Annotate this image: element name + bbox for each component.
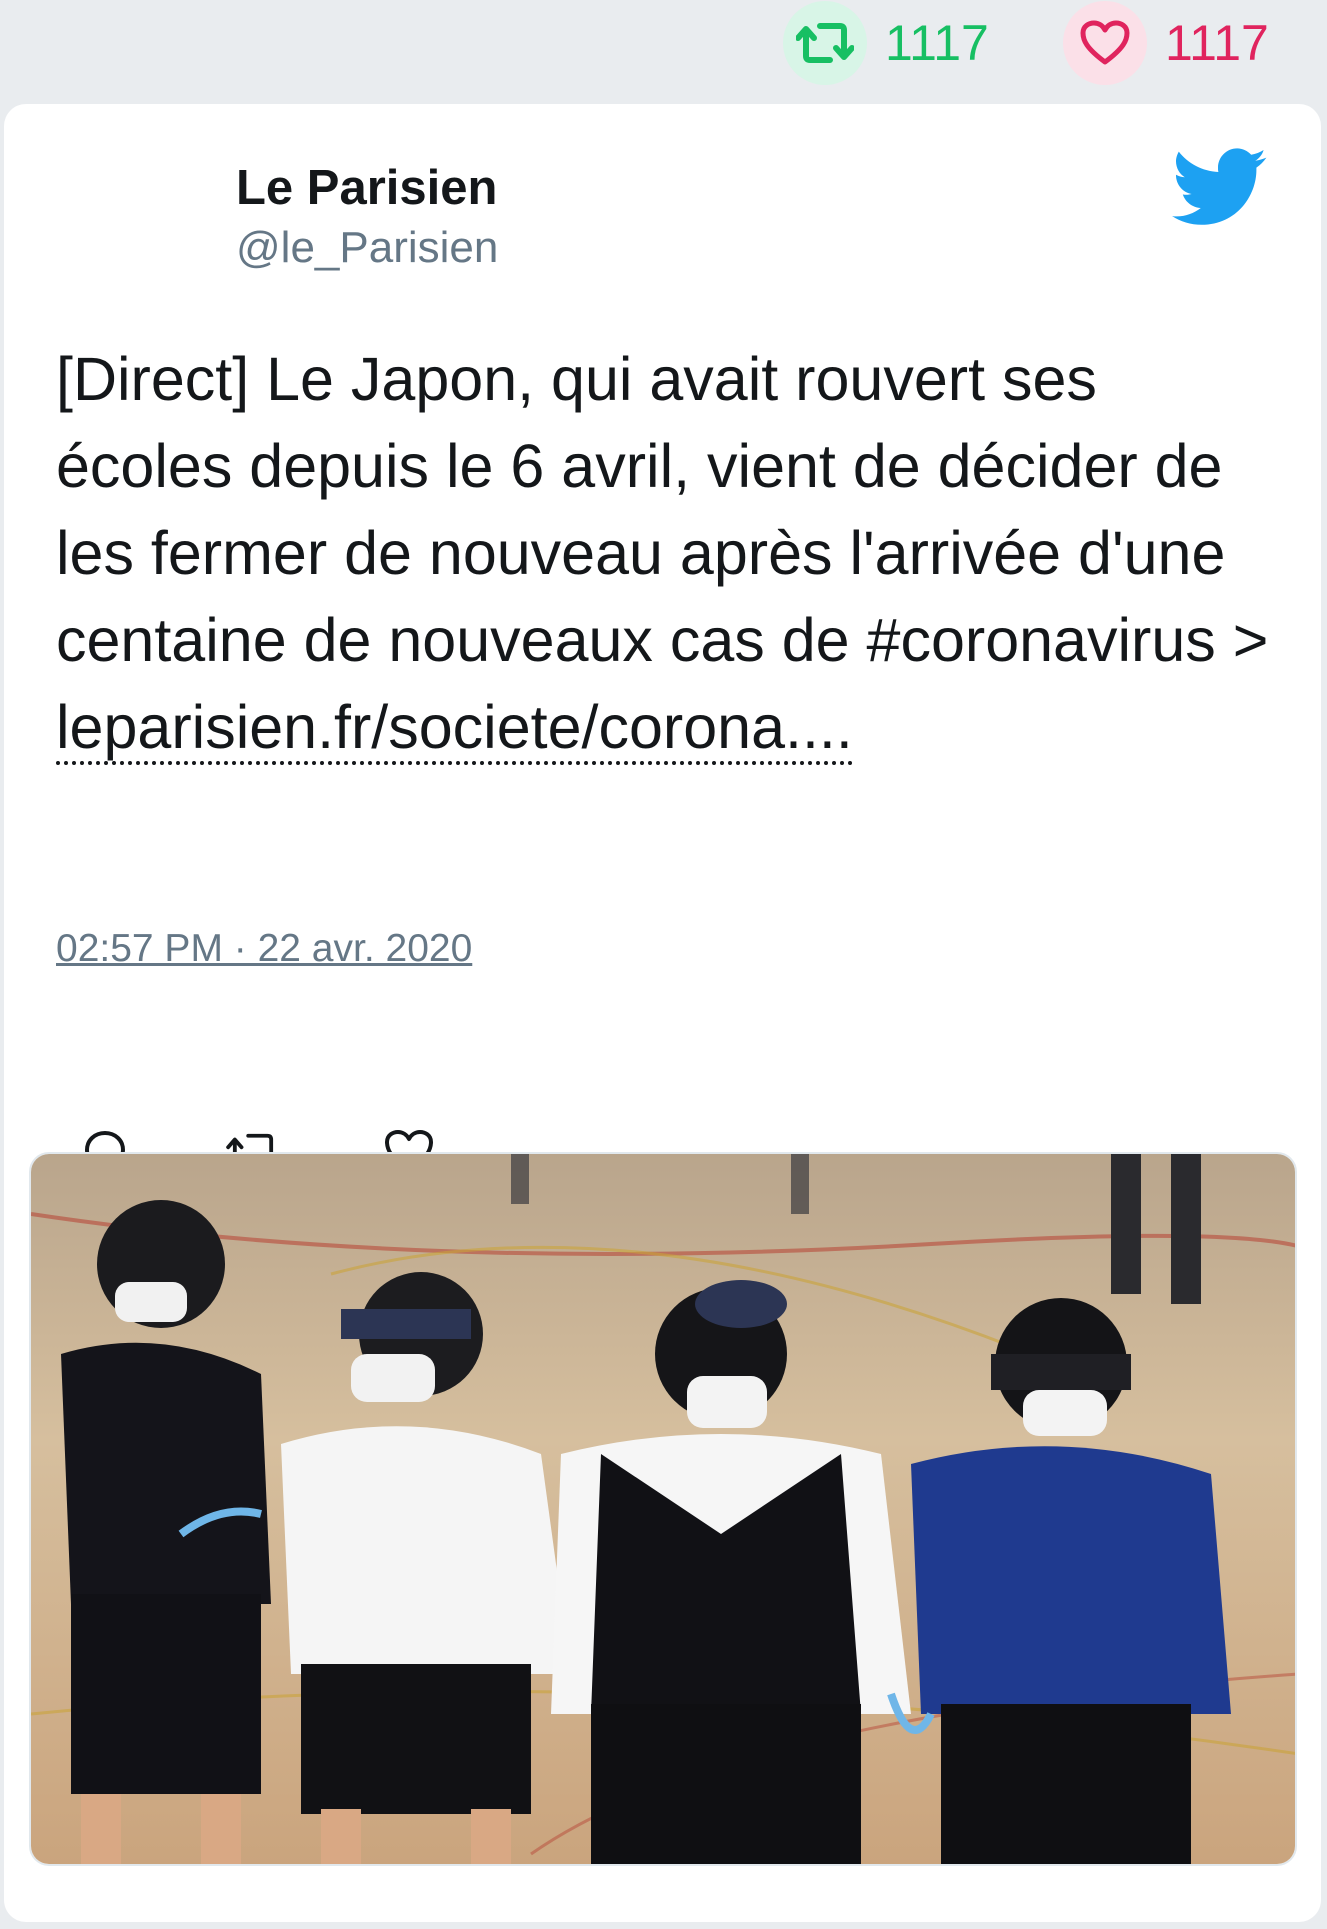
heart-icon [1063,0,1147,85]
tweet-body: [Direct] Le Japon, qui avait rouvert ses… [56,345,1269,674]
retweet-icon [783,0,867,85]
twitter-bird-icon[interactable] [1172,148,1268,228]
retweet-count[interactable]: 1117 [783,0,989,85]
article-link[interactable]: leparisien.fr/societe/corona.... [56,693,853,765]
retweet-count-value: 1117 [885,14,989,71]
like-count-value: 1117 [1165,14,1269,71]
tweet-card: Le Parisien @le_Parisien [Direct] Le Jap… [4,104,1321,1922]
author-handle[interactable]: @le_Parisien [236,223,498,273]
tweet-timestamp[interactable]: 02:57 PM · 22 avr. 2020 [56,927,472,971]
like-count[interactable]: 1117 [1063,0,1269,85]
tweet-photo[interactable] [29,1152,1297,1866]
tweet-text: [Direct] Le Japon, qui avait rouvert ses… [56,336,1276,771]
engagement-bar: 1117 1117 [0,0,1327,100]
author-name[interactable]: Le Parisien [236,160,497,216]
photo-schoolchildren-masks [31,1154,1295,1864]
